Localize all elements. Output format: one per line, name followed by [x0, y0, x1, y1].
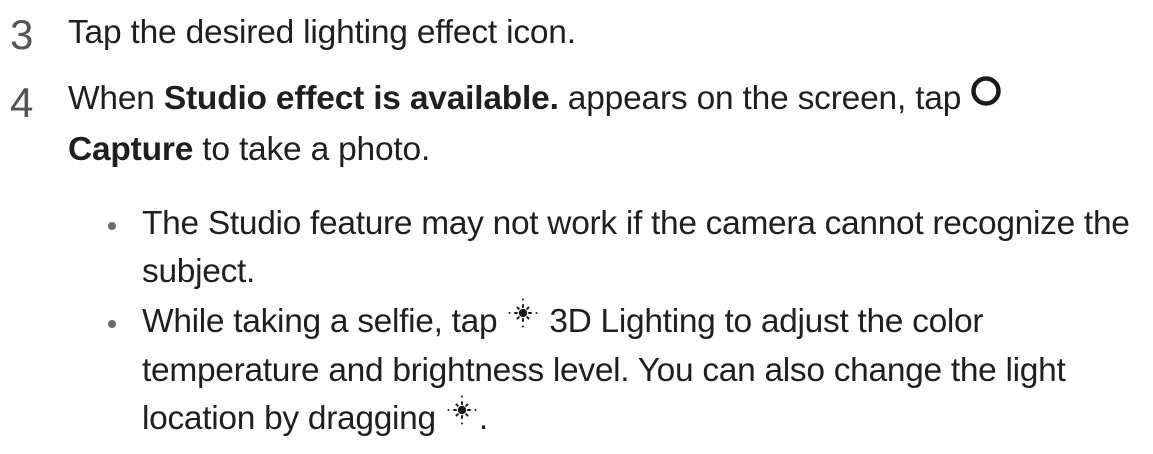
sun-light-icon	[445, 393, 479, 441]
step-text-part: When	[68, 80, 164, 117]
bullet-text-part: While taking a selfie, tap	[142, 303, 507, 340]
bullet-text-part: .	[478, 400, 488, 438]
bullet-item: While taking a selfie, tap 3D Lighting t…	[142, 298, 1149, 444]
ui-term-studio-message: Studio effect is available.	[163, 80, 559, 117]
step-text-part: to take a photo.	[193, 131, 431, 169]
bullet-dot	[108, 320, 116, 328]
sun-light-icon	[506, 296, 540, 344]
capture-circle-icon	[970, 72, 1002, 122]
step-number: 4	[10, 79, 34, 126]
bullet-item: The Studio feature may not work if the c…	[142, 205, 1130, 290]
step-text-part: appears on the screen, tap	[558, 80, 971, 117]
step-text: When Studio effect is available. appears…	[68, 74, 1145, 175]
ui-term-capture: Capture	[68, 131, 194, 169]
step-number: 3	[10, 11, 34, 58]
step-text: Tap the desired lighting effect icon.	[68, 14, 576, 51]
bullet-dot	[108, 222, 116, 230]
